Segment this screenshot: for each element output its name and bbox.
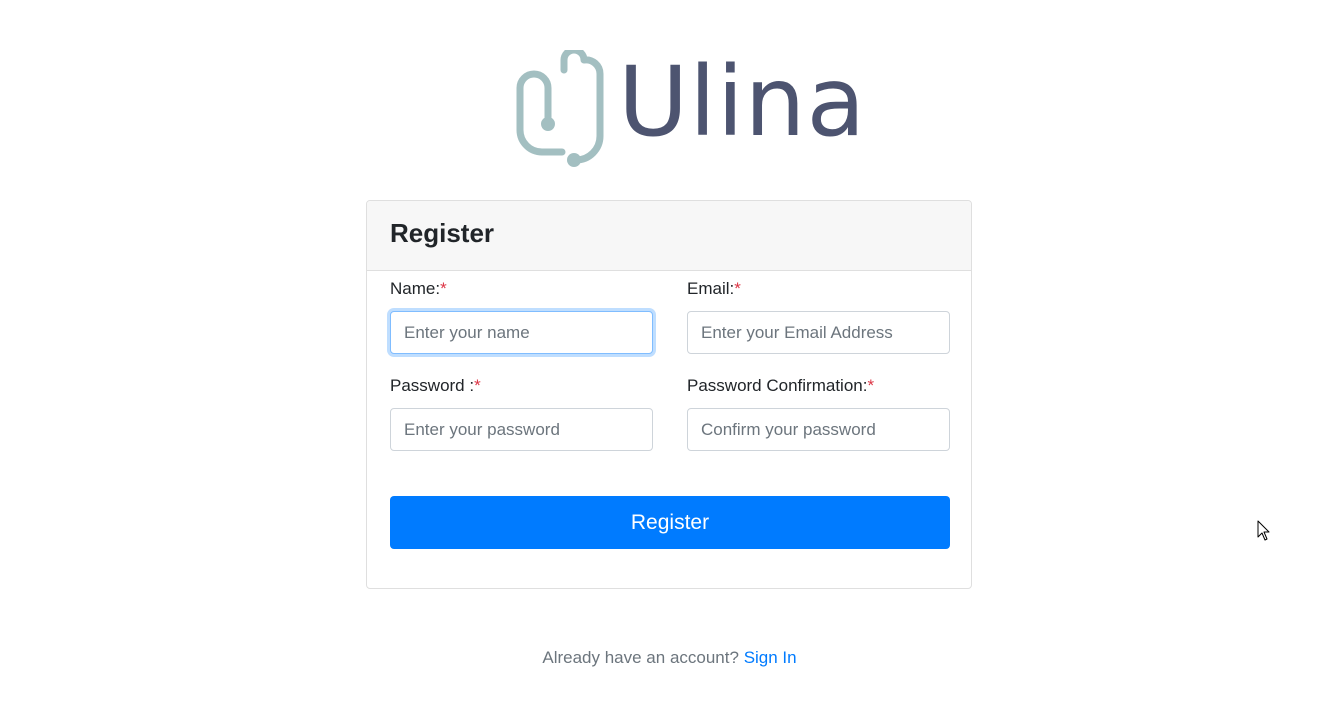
ulina-mark-icon xyxy=(516,50,604,167)
password-confirmation-label: Password Confirmation:* xyxy=(687,376,875,395)
name-input[interactable] xyxy=(390,311,653,354)
name-label: Name:* xyxy=(390,279,447,298)
card-title: Register xyxy=(390,218,495,248)
required-marker: * xyxy=(440,279,447,298)
card-header: Register xyxy=(367,201,971,271)
password-confirmation-field-group: Password Confirmation:* xyxy=(687,376,950,451)
password-input[interactable] xyxy=(390,408,653,451)
email-label: Email:* xyxy=(687,279,741,298)
password-field-group: Password :* xyxy=(390,376,653,451)
password-confirmation-input[interactable] xyxy=(687,408,950,451)
required-marker: * xyxy=(734,279,741,298)
required-marker: * xyxy=(474,376,481,395)
brand-name: Ulina xyxy=(618,46,867,158)
signin-prompt-text: Already have an account? xyxy=(542,648,739,667)
brand-logo: Ulina xyxy=(514,50,865,170)
register-button[interactable]: Register xyxy=(390,496,950,549)
mouse-pointer-icon xyxy=(1257,520,1271,547)
email-field-group: Email:* xyxy=(687,279,950,354)
email-input[interactable] xyxy=(687,311,950,354)
sign-in-link[interactable]: Sign In xyxy=(744,648,797,667)
password-label: Password :* xyxy=(390,376,481,395)
required-marker: * xyxy=(867,376,875,395)
register-card: Register Name:* Email:* Password :* Pass… xyxy=(366,200,972,589)
register-page: Ulina Register Name:* Email:* Password :… xyxy=(0,0,1329,723)
signin-prompt: Already have an account? Sign In xyxy=(0,648,1329,668)
name-field-group: Name:* xyxy=(390,279,653,354)
